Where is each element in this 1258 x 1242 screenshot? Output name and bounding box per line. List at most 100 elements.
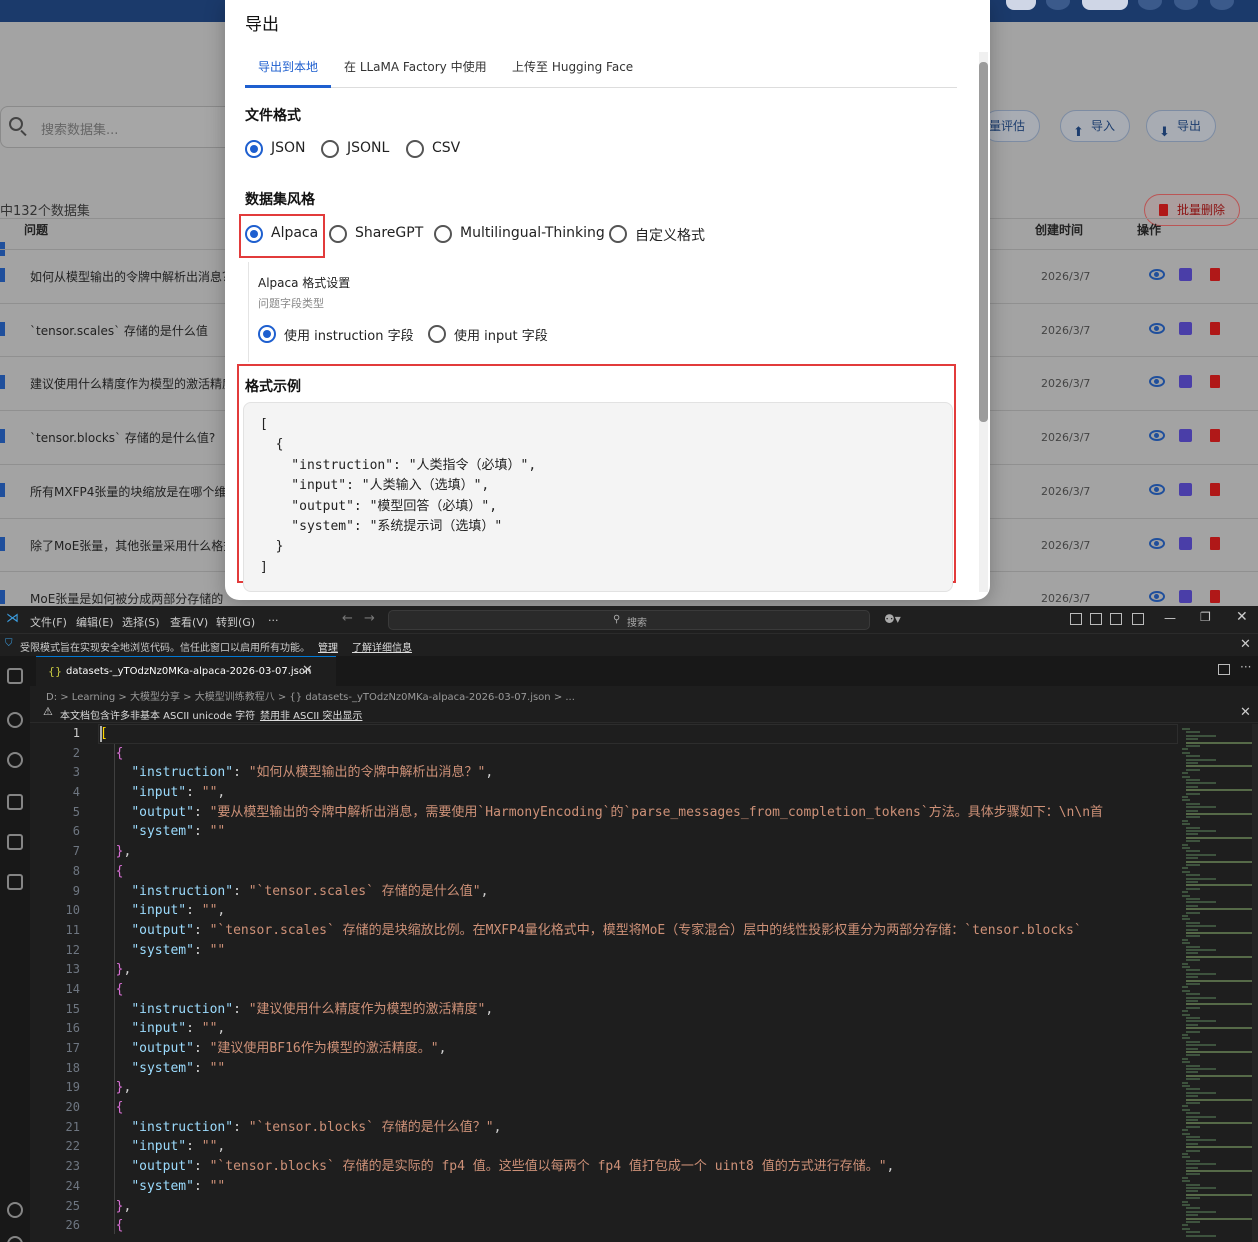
code-line[interactable]: "input": "", — [100, 1137, 1178, 1157]
close-warning-icon[interactable]: ✕ — [1240, 705, 1251, 720]
toggle-panel-icon[interactable] — [1110, 613, 1122, 625]
menu-file[interactable]: 文件(F) — [30, 614, 67, 630]
code-line[interactable]: }, — [100, 842, 1178, 862]
forward-arrow-icon[interactable]: → — [364, 611, 375, 626]
delete-icon[interactable] — [1210, 268, 1220, 281]
style-custom-radio[interactable]: 自定义格式 — [609, 223, 709, 245]
close-window-icon[interactable]: ✕ — [1236, 609, 1248, 625]
back-arrow-icon[interactable]: ← — [342, 611, 353, 626]
close-tab-icon[interactable]: ✕ — [302, 663, 313, 678]
command-center-search[interactable]: ⚲ 搜索 — [388, 610, 870, 630]
delete-icon[interactable] — [1210, 590, 1220, 604]
code-line[interactable]: "instruction": "如何从模型输出的令牌中解析出消息？", — [100, 763, 1178, 783]
evaluate-icon[interactable] — [1179, 482, 1192, 496]
delete-icon[interactable] — [1210, 482, 1220, 496]
code-line[interactable]: { — [100, 980, 1178, 1000]
code-editor[interactable]: 1 2 3 4 5 6 7 8 9 10 11 12 13 14 15 16 17 18 19 20 21 22 23 24 2… — [30, 724, 1178, 1242]
more-actions-icon[interactable]: ··· — [1240, 660, 1251, 674]
header-control[interactable] — [1082, 0, 1128, 10]
extensions-icon[interactable] — [7, 874, 23, 890]
toggle-secondary-sidebar-icon[interactable] — [1132, 613, 1144, 625]
view-icon[interactable] — [1149, 537, 1165, 549]
format-jsonl-radio[interactable]: JSONL — [321, 138, 401, 160]
code-line[interactable]: "instruction": "`tensor.scales` 存储的是什么值"… — [100, 882, 1178, 902]
account-icon[interactable] — [7, 1202, 23, 1218]
restore-icon[interactable]: ❐ — [1200, 610, 1211, 624]
code-line[interactable]: "output": "要从模型输出的令牌中解析出消息，需要使用`HarmonyE… — [100, 803, 1178, 823]
tab-hugging-face[interactable]: 上传至 Hugging Face — [512, 58, 633, 75]
row-checkbox[interactable] — [0, 321, 5, 336]
view-icon[interactable] — [1149, 269, 1165, 280]
code-line[interactable]: "output": "建议使用BF16作为模型的激活精度。", — [100, 1039, 1178, 1059]
row-question[interactable]: 除了MoE张量，其他张量采用什么格式 — [30, 537, 235, 554]
code-line[interactable]: { — [100, 1216, 1178, 1236]
view-icon[interactable] — [1149, 430, 1165, 442]
code-line[interactable]: "system": "" — [100, 941, 1178, 961]
use-instruction-radio[interactable]: 使用 instruction 字段 — [258, 323, 428, 345]
code-line[interactable]: }, — [100, 1197, 1178, 1217]
code-line[interactable]: }, — [100, 960, 1178, 980]
header-icon[interactable] — [1210, 0, 1234, 10]
export-button[interactable]: ⬇ 导出 — [1146, 110, 1217, 142]
explorer-icon[interactable] — [7, 668, 23, 684]
toggle-sidebar-icon[interactable] — [1090, 613, 1102, 625]
code-line[interactable]: "system": "" — [100, 1059, 1178, 1079]
view-icon[interactable] — [1149, 376, 1165, 388]
row-checkbox[interactable] — [0, 482, 5, 497]
remote-explorer-icon[interactable] — [7, 834, 23, 850]
menu-view[interactable]: 查看(V) — [170, 614, 208, 630]
code-line[interactable]: { — [100, 862, 1178, 882]
code-line[interactable]: "system": "" — [100, 1177, 1178, 1197]
evaluate-icon[interactable] — [1179, 536, 1192, 550]
evaluate-icon[interactable] — [1179, 268, 1192, 281]
header-icon[interactable] — [1174, 0, 1198, 10]
row-checkbox[interactable] — [0, 536, 5, 551]
code-line[interactable]: "input": "", — [100, 783, 1178, 803]
code-line[interactable]: "output": "`tensor.scales` 存储的是块缩放比例。在MX… — [100, 921, 1178, 941]
menu-more[interactable]: ··· — [268, 614, 279, 627]
header-control[interactable] — [1006, 0, 1036, 10]
import-button[interactable]: ⬆ 导入 — [1060, 110, 1131, 142]
code-line[interactable]: "instruction": "建议使用什么精度作为模型的激活精度", — [100, 1000, 1178, 1020]
row-question[interactable]: MoE张量是如何被分成两部分存储的 — [30, 590, 223, 606]
header-icon[interactable] — [1046, 0, 1070, 10]
evaluate-icon[interactable] — [1179, 321, 1192, 335]
code-line[interactable]: { — [100, 744, 1178, 764]
layout-panel-icon[interactable] — [1070, 613, 1082, 625]
code-line[interactable]: "input": "", — [100, 1019, 1178, 1039]
dialog-scrollbar-thumb[interactable] — [979, 62, 988, 422]
style-sharegpt-radio[interactable]: ShareGPT — [329, 223, 429, 245]
menu-selection[interactable]: 选择(S) — [122, 614, 160, 630]
view-icon[interactable] — [1149, 322, 1165, 334]
code-line[interactable]: "system": "" — [100, 822, 1178, 842]
row-question[interactable]: `tensor.scales` 存储的是什么值 — [30, 322, 208, 339]
dataset-search-input[interactable]: 搜索数据集... — [0, 106, 240, 148]
editor-scrollbar[interactable] — [1252, 724, 1258, 1242]
style-alpaca-radio[interactable]: Alpaca — [245, 223, 325, 245]
code-lines[interactable]: [ { "instruction": "如何从模型输出的令牌中解析出消息？", … — [100, 724, 1178, 1236]
header-icon[interactable] — [1138, 0, 1162, 10]
row-checkbox[interactable] — [0, 429, 5, 444]
learn-more-link[interactable]: 了解详细信息 — [352, 639, 412, 654]
code-line[interactable]: "instruction": "`tensor.blocks` 存储的是什么值？… — [100, 1118, 1178, 1138]
evaluate-icon[interactable] — [1179, 375, 1192, 389]
delete-icon[interactable] — [1210, 429, 1220, 443]
minimize-icon[interactable]: — — [1164, 611, 1176, 625]
row-checkbox[interactable] — [0, 590, 5, 605]
minimap[interactable] — [1180, 724, 1252, 1242]
editor-tab[interactable]: {} datasets-_yTOdzNz0MKa-alpaca-2026-03-… — [36, 656, 336, 686]
row-question[interactable]: 建议使用什么精度作为模型的激活精度 — [30, 375, 234, 392]
format-csv-radio[interactable]: CSV — [406, 138, 476, 160]
breadcrumb[interactable]: D: > Learning > 大模型分享 > 大模型训练教程八 > {} da… — [46, 688, 575, 703]
close-banner-icon[interactable]: ✕ — [1240, 637, 1251, 652]
split-editor-icon[interactable] — [1218, 664, 1230, 675]
code-line[interactable]: [ — [100, 724, 1178, 744]
code-line[interactable]: "input": "", — [100, 901, 1178, 921]
style-multilingual-radio[interactable]: Multilingual-Thinking — [434, 223, 605, 245]
code-line[interactable]: "output": "`tensor.blocks` 存储的是实际的 fp4 值… — [100, 1157, 1178, 1177]
source-control-icon[interactable] — [7, 752, 23, 768]
format-json-radio[interactable]: JSON — [245, 138, 325, 160]
delete-icon[interactable] — [1210, 536, 1220, 550]
disable-ascii-highlight-link[interactable]: 禁用非 ASCII 突出显示 — [260, 707, 362, 722]
tab-llama-factory[interactable]: 在 LLaMA Factory 中使用 — [344, 58, 487, 75]
